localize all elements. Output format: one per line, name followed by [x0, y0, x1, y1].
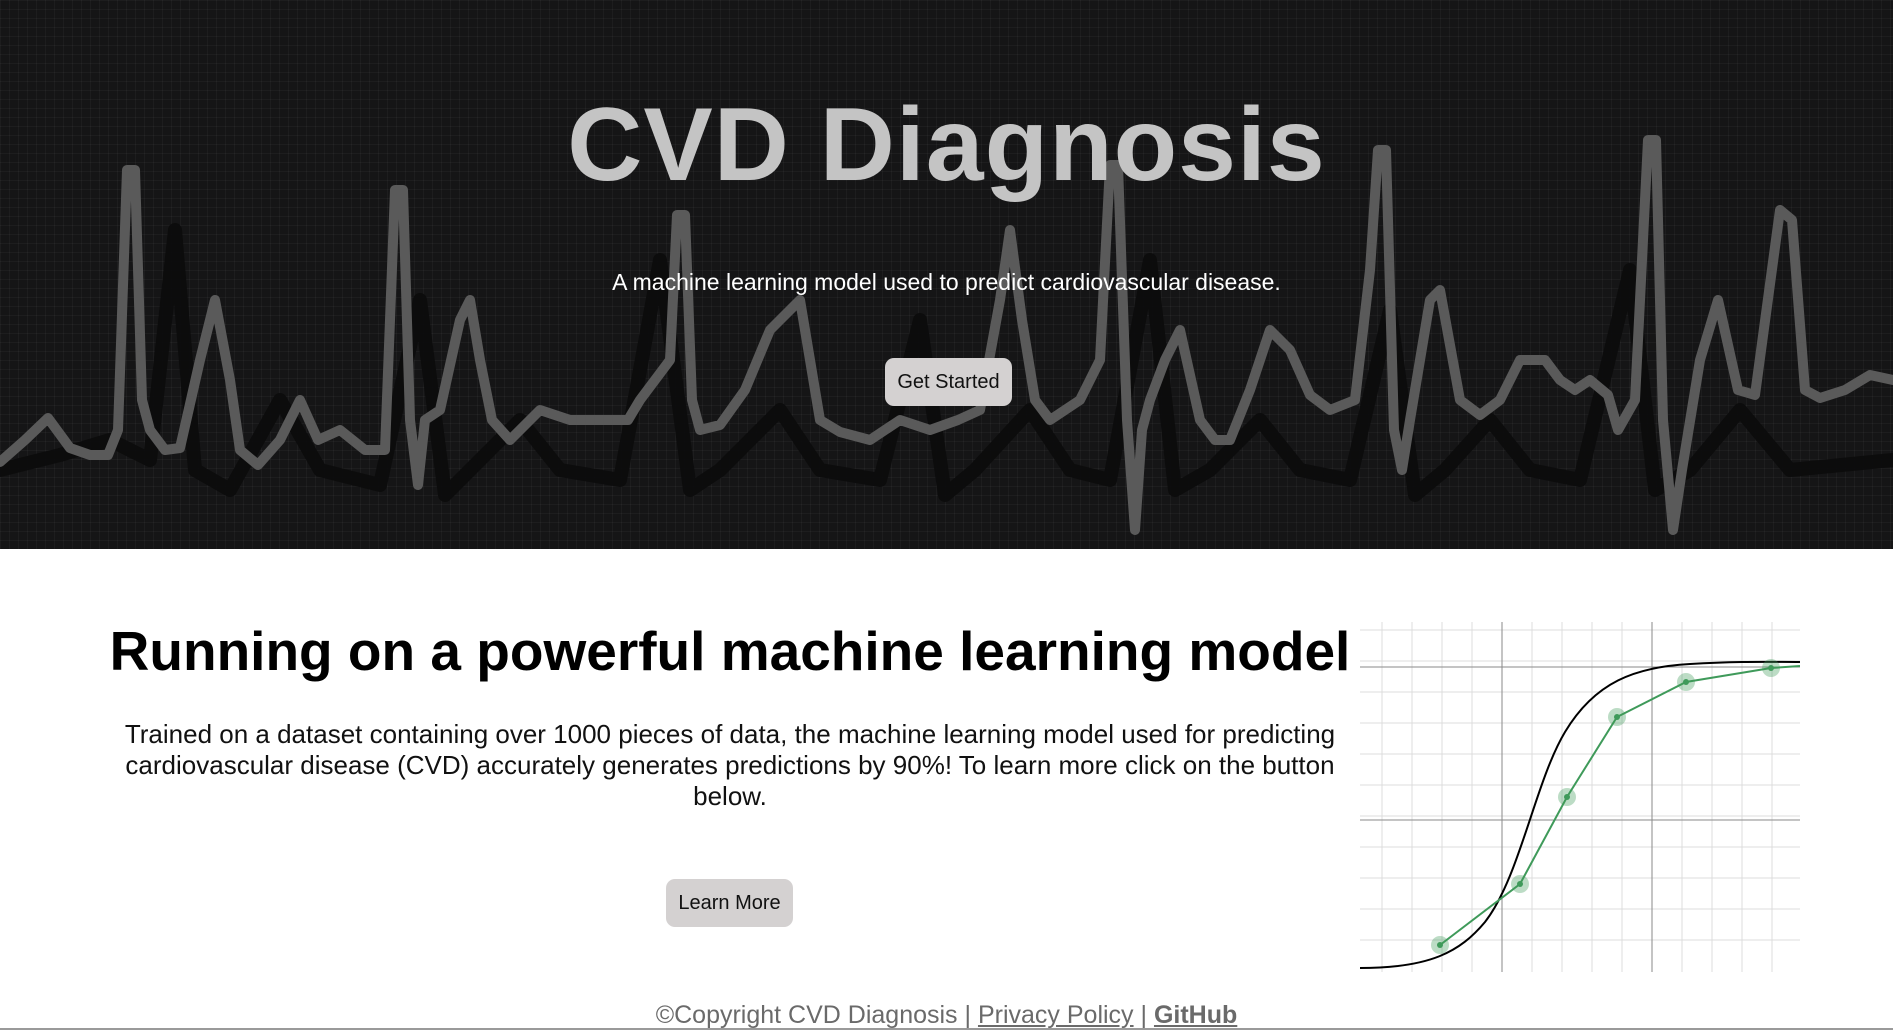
copyright-text: ©Copyright CVD Diagnosis — [655, 1001, 958, 1029]
hero-section: CVD Diagnosis A machine learning model u… — [0, 0, 1893, 549]
privacy-policy-link[interactable]: Privacy Policy — [978, 1001, 1134, 1029]
hero-title: CVD Diagnosis — [567, 87, 1326, 203]
data-points — [1431, 659, 1780, 954]
github-link[interactable]: GitHub — [1154, 1001, 1237, 1029]
learn-more-button[interactable]: Learn More — [666, 879, 793, 927]
hero-subtitle: A machine learning model used to predict… — [612, 269, 1281, 295]
footer-separator: | — [1140, 1001, 1148, 1029]
feature-title: Running on a powerful machine learning m… — [109, 620, 1351, 682]
sigmoid-curve-illustration — [1360, 622, 1800, 972]
footer: ©Copyright CVD Diagnosis | Privacy Polic… — [0, 1000, 1893, 1030]
fitted-line — [1439, 665, 1800, 946]
feature-description: Trained on a dataset containing over 100… — [124, 719, 1336, 811]
get-started-button[interactable]: Get Started — [885, 358, 1012, 406]
sigmoid-curve — [1360, 660, 1800, 969]
footer-separator: | — [964, 1001, 972, 1029]
